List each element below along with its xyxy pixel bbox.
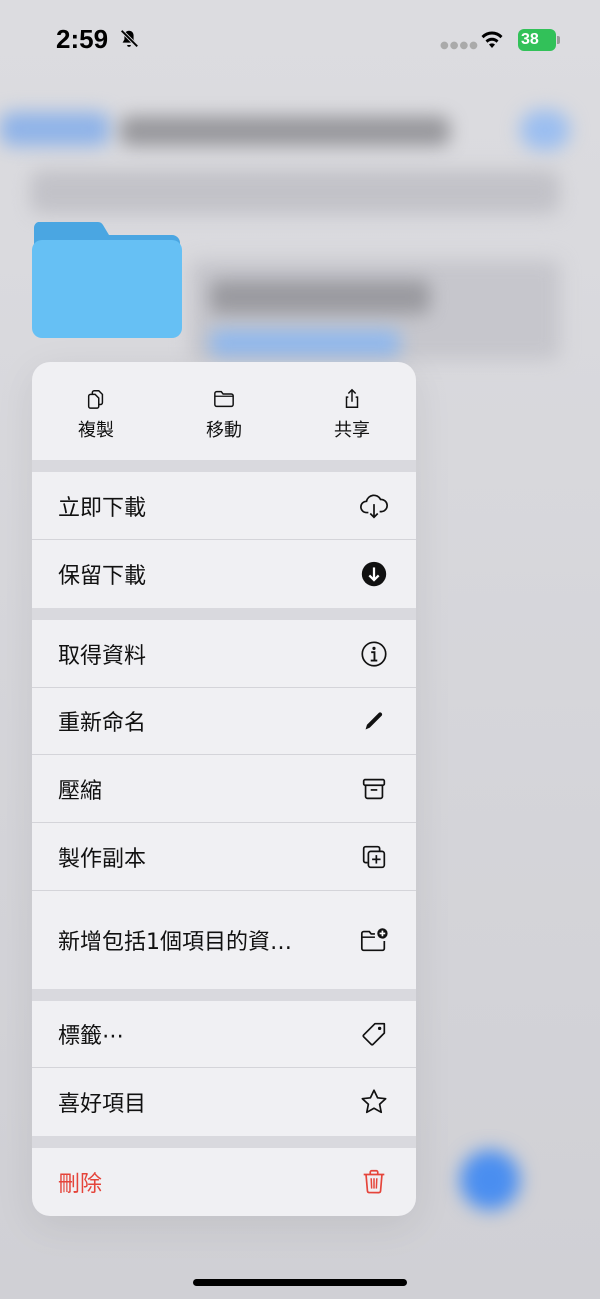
- menu-separator: [32, 460, 416, 472]
- get-info-item[interactable]: 取得資料: [32, 620, 416, 688]
- pencil-icon: [358, 705, 390, 737]
- tag-icon: [358, 1018, 390, 1050]
- move-label: 移動: [206, 420, 242, 441]
- copy-label: 複製: [78, 420, 114, 441]
- archive-box-icon: [358, 773, 390, 805]
- blurred-search-bar: [30, 170, 560, 214]
- new-folder-icon: [358, 924, 390, 956]
- info-icon: [358, 638, 390, 670]
- star-icon: [358, 1086, 390, 1118]
- menu-separator: [32, 608, 416, 620]
- share-icon: [345, 388, 359, 408]
- context-menu: 複製 移動 共享 立即下載 保留下載 取得資料 重新命名 壓縮 製作副本 新增包…: [32, 362, 416, 1216]
- favorites-item[interactable]: 喜好項目: [32, 1068, 416, 1136]
- menu-top-actions: 複製 移動 共享: [32, 362, 416, 460]
- delete-label: 刪除: [58, 1172, 103, 1197]
- rename-label: 重新命名: [58, 711, 147, 736]
- folder-icon: [214, 390, 234, 408]
- cellular-signal-icon: ●●●●: [440, 40, 479, 51]
- download-now-label: 立即下載: [58, 495, 147, 521]
- blurred-floating-button: [460, 1150, 520, 1210]
- menu-separator: [32, 1136, 416, 1148]
- battery-nub: [557, 36, 560, 44]
- folder-icon: [32, 222, 182, 338]
- delete-item[interactable]: 刪除: [32, 1148, 416, 1216]
- status-time: 2:59: [56, 24, 109, 54]
- download-now-item[interactable]: 立即下載: [32, 472, 416, 540]
- share-action[interactable]: 共享: [288, 362, 416, 460]
- blurred-file-name: [210, 280, 430, 314]
- download-circle-icon: [358, 558, 390, 590]
- compress-item[interactable]: 壓縮: [32, 755, 416, 823]
- duplicate-item[interactable]: 製作副本: [32, 823, 416, 891]
- get-info-label: 取得資料: [58, 643, 147, 669]
- favorites-label: 喜好項目: [58, 1092, 147, 1117]
- duplicate-icon: [358, 841, 390, 873]
- tags-label: 標籤⋯: [58, 1024, 125, 1049]
- blurred-back-button: [0, 112, 110, 146]
- rename-item[interactable]: 重新命名: [32, 688, 416, 755]
- move-action[interactable]: 移動: [160, 362, 288, 460]
- new-folder-with-label: 新增包括1個項目的資…: [58, 930, 292, 955]
- new-folder-with-item[interactable]: 新增包括1個項目的資…: [32, 891, 416, 989]
- status-bar: 2:59 ●●●● 38: [0, 0, 600, 80]
- keep-downloaded-label: 保留下載: [58, 564, 147, 589]
- menu-separator: [32, 989, 416, 1001]
- home-indicator[interactable]: [193, 1279, 407, 1286]
- trash-icon: [358, 1166, 390, 1198]
- silent-bell-icon: [120, 29, 139, 48]
- keep-downloaded-item[interactable]: 保留下載: [32, 540, 416, 608]
- compress-label: 壓縮: [58, 778, 103, 804]
- share-label: 共享: [334, 420, 370, 441]
- copy-action[interactable]: 複製: [32, 362, 160, 460]
- blurred-menu-button: [520, 110, 570, 150]
- blurred-file-detail: [210, 330, 400, 356]
- copy-icon: [87, 390, 104, 409]
- battery-level: 38: [518, 29, 556, 51]
- duplicate-label: 製作副本: [58, 846, 147, 872]
- wifi-icon: [481, 31, 503, 48]
- tags-item[interactable]: 標籤⋯: [32, 1001, 416, 1068]
- blurred-title: [120, 116, 450, 146]
- battery-indicator: 38: [518, 29, 560, 51]
- cloud-download-icon: [358, 490, 390, 522]
